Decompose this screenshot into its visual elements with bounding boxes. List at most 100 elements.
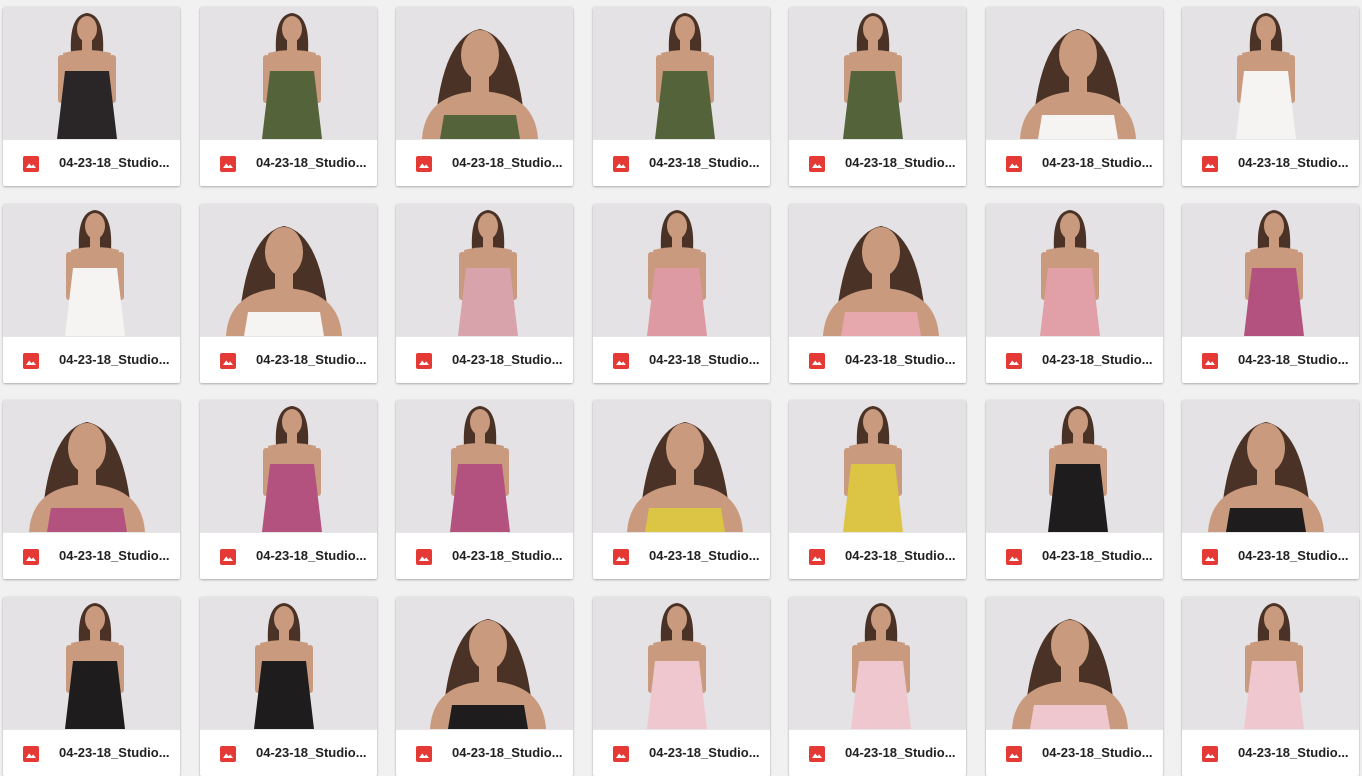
file-thumbnail bbox=[200, 204, 377, 336]
file-thumbnail bbox=[789, 597, 966, 729]
file-info-bar: 04-23-18_Studio... bbox=[3, 139, 180, 186]
file-thumbnail bbox=[1182, 597, 1359, 729]
file-tile[interactable]: 04-23-18_Studio... bbox=[200, 204, 377, 383]
file-tile[interactable]: 04-23-18_Studio... bbox=[986, 7, 1163, 186]
file-info-bar: 04-23-18_Studio... bbox=[986, 139, 1163, 186]
file-info-bar: 04-23-18_Studio... bbox=[396, 532, 573, 579]
file-tile[interactable]: 04-23-18_Studio... bbox=[200, 400, 377, 579]
file-tile[interactable]: 04-23-18_Studio... bbox=[593, 400, 770, 579]
file-name: 04-23-18_Studio... bbox=[452, 548, 563, 563]
file-info-bar: 04-23-18_Studio... bbox=[789, 532, 966, 579]
file-thumbnail bbox=[3, 204, 180, 336]
file-tile[interactable]: 04-23-18_Studio... bbox=[593, 597, 770, 776]
file-name: 04-23-18_Studio... bbox=[649, 548, 760, 563]
file-tile[interactable]: 04-23-18_Studio... bbox=[789, 204, 966, 383]
file-tile[interactable]: 04-23-18_Studio... bbox=[200, 597, 377, 776]
file-tile[interactable]: 04-23-18_Studio... bbox=[1182, 400, 1359, 579]
file-thumbnail bbox=[1182, 7, 1359, 139]
file-info-bar: 04-23-18_Studio... bbox=[593, 336, 770, 383]
file-thumbnail bbox=[986, 204, 1163, 336]
file-name: 04-23-18_Studio... bbox=[59, 352, 170, 367]
file-tile[interactable]: 04-23-18_Studio... bbox=[986, 204, 1163, 383]
file-tile[interactable]: 04-23-18_Studio... bbox=[3, 204, 180, 383]
file-thumbnail bbox=[200, 400, 377, 532]
file-tile[interactable]: 04-23-18_Studio... bbox=[986, 597, 1163, 776]
file-thumbnail bbox=[593, 204, 770, 336]
file-name: 04-23-18_Studio... bbox=[452, 155, 563, 170]
file-name: 04-23-18_Studio... bbox=[1238, 155, 1349, 170]
file-tile[interactable]: 04-23-18_Studio... bbox=[593, 204, 770, 383]
file-thumbnail bbox=[396, 400, 573, 532]
file-thumbnail bbox=[3, 597, 180, 729]
image-file-icon bbox=[1202, 353, 1218, 369]
file-thumbnail bbox=[1182, 400, 1359, 532]
file-name: 04-23-18_Studio... bbox=[845, 155, 956, 170]
image-file-icon bbox=[416, 549, 432, 565]
image-file-icon bbox=[1006, 156, 1022, 172]
file-info-bar: 04-23-18_Studio... bbox=[1182, 729, 1359, 776]
file-tile[interactable]: 04-23-18_Studio... bbox=[986, 400, 1163, 579]
file-tile[interactable]: 04-23-18_Studio... bbox=[200, 7, 377, 186]
image-file-icon bbox=[1202, 549, 1218, 565]
file-info-bar: 04-23-18_Studio... bbox=[200, 336, 377, 383]
file-tile[interactable]: 04-23-18_Studio... bbox=[396, 204, 573, 383]
file-name: 04-23-18_Studio... bbox=[1042, 548, 1153, 563]
image-file-icon bbox=[416, 156, 432, 172]
file-name: 04-23-18_Studio... bbox=[1042, 352, 1153, 367]
image-file-icon bbox=[809, 549, 825, 565]
file-info-bar: 04-23-18_Studio... bbox=[200, 532, 377, 579]
file-thumbnail bbox=[986, 400, 1163, 532]
file-info-bar: 04-23-18_Studio... bbox=[593, 729, 770, 776]
file-thumbnail bbox=[396, 204, 573, 336]
file-tile[interactable]: 04-23-18_Studio... bbox=[3, 7, 180, 186]
file-tile[interactable]: 04-23-18_Studio... bbox=[789, 400, 966, 579]
file-thumbnail bbox=[789, 204, 966, 336]
file-tile[interactable]: 04-23-18_Studio... bbox=[396, 7, 573, 186]
file-tile[interactable]: 04-23-18_Studio... bbox=[1182, 597, 1359, 776]
file-name: 04-23-18_Studio... bbox=[1042, 155, 1153, 170]
file-name: 04-23-18_Studio... bbox=[59, 548, 170, 563]
file-thumbnail bbox=[396, 7, 573, 139]
file-name: 04-23-18_Studio... bbox=[845, 548, 956, 563]
file-thumbnail bbox=[200, 7, 377, 139]
file-name: 04-23-18_Studio... bbox=[1238, 745, 1349, 760]
file-info-bar: 04-23-18_Studio... bbox=[200, 729, 377, 776]
file-name: 04-23-18_Studio... bbox=[452, 352, 563, 367]
file-tile[interactable]: 04-23-18_Studio... bbox=[1182, 204, 1359, 383]
file-info-bar: 04-23-18_Studio... bbox=[1182, 532, 1359, 579]
file-info-bar: 04-23-18_Studio... bbox=[200, 139, 377, 186]
file-info-bar: 04-23-18_Studio... bbox=[1182, 139, 1359, 186]
file-name: 04-23-18_Studio... bbox=[649, 352, 760, 367]
file-name: 04-23-18_Studio... bbox=[452, 745, 563, 760]
file-thumbnail bbox=[593, 597, 770, 729]
file-name: 04-23-18_Studio... bbox=[1238, 352, 1349, 367]
image-file-icon bbox=[809, 353, 825, 369]
file-info-bar: 04-23-18_Studio... bbox=[396, 139, 573, 186]
file-tile[interactable]: 04-23-18_Studio... bbox=[789, 7, 966, 186]
file-thumbnail bbox=[986, 597, 1163, 729]
file-tile[interactable]: 04-23-18_Studio... bbox=[3, 400, 180, 579]
file-name: 04-23-18_Studio... bbox=[59, 155, 170, 170]
file-info-bar: 04-23-18_Studio... bbox=[789, 336, 966, 383]
file-info-bar: 04-23-18_Studio... bbox=[1182, 336, 1359, 383]
file-name: 04-23-18_Studio... bbox=[845, 352, 956, 367]
file-tile[interactable]: 04-23-18_Studio... bbox=[789, 597, 966, 776]
file-grid: 04-23-18_Studio... 04-23-18_Studio... 04-2… bbox=[0, 0, 1362, 776]
image-file-icon bbox=[613, 353, 629, 369]
file-tile[interactable]: 04-23-18_Studio... bbox=[3, 597, 180, 776]
image-file-icon bbox=[613, 746, 629, 762]
file-name: 04-23-18_Studio... bbox=[256, 548, 367, 563]
image-file-icon bbox=[23, 746, 39, 762]
file-thumbnail bbox=[593, 400, 770, 532]
image-file-icon bbox=[416, 353, 432, 369]
file-info-bar: 04-23-18_Studio... bbox=[396, 336, 573, 383]
file-tile[interactable]: 04-23-18_Studio... bbox=[1182, 7, 1359, 186]
file-tile[interactable]: 04-23-18_Studio... bbox=[396, 597, 573, 776]
file-tile[interactable]: 04-23-18_Studio... bbox=[593, 7, 770, 186]
image-file-icon bbox=[23, 549, 39, 565]
file-info-bar: 04-23-18_Studio... bbox=[3, 336, 180, 383]
image-file-icon bbox=[220, 746, 236, 762]
file-tile[interactable]: 04-23-18_Studio... bbox=[396, 400, 573, 579]
image-file-icon bbox=[1006, 746, 1022, 762]
file-info-bar: 04-23-18_Studio... bbox=[3, 532, 180, 579]
